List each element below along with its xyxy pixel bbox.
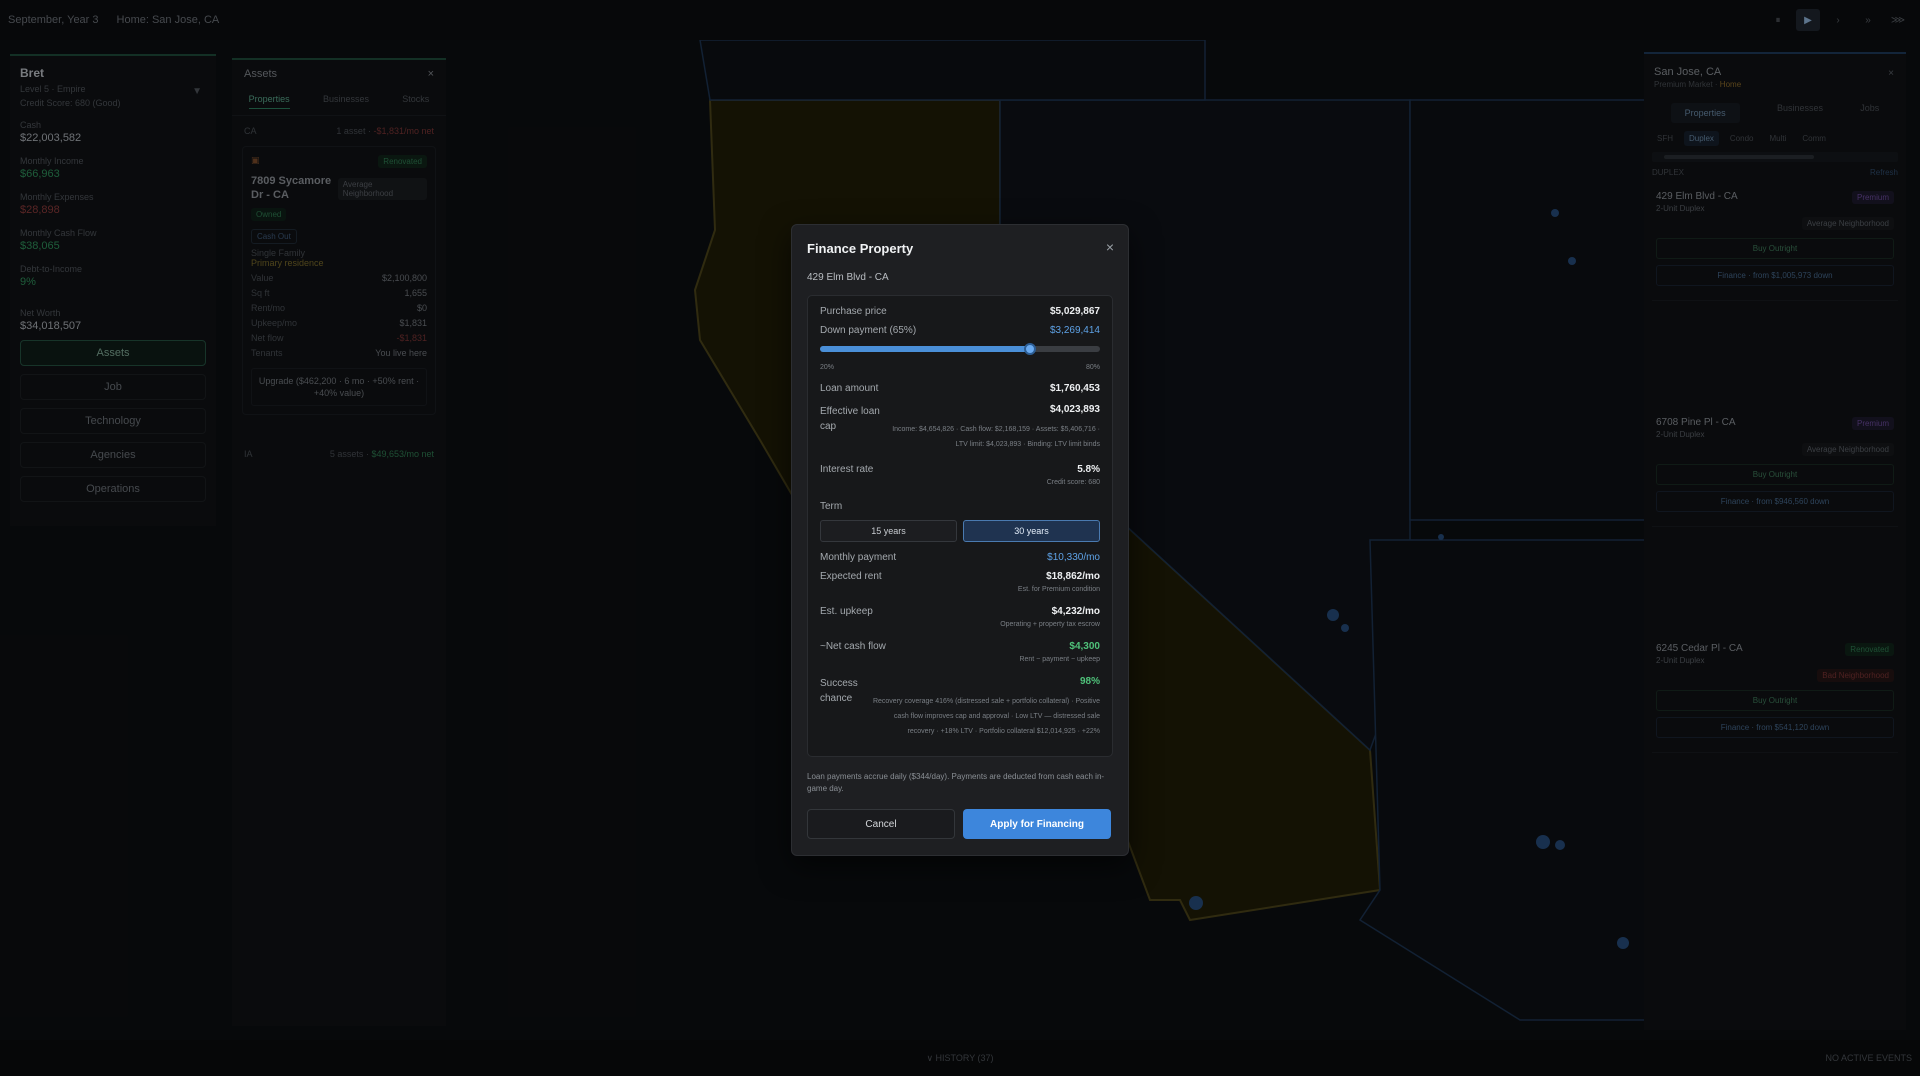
purchase-value: $5,029,867: [1049, 306, 1100, 317]
finance-details: Purchase price $5,029,867 Down payment (…: [807, 295, 1113, 757]
credit-score-note: Credit score: 680: [1046, 479, 1100, 486]
interest-rate-value: 5.8%: [1077, 464, 1100, 475]
term-15-button[interactable]: 15 years: [820, 520, 957, 542]
net-cashflow-note: Rent − payment − upkeep: [1019, 656, 1100, 663]
loan-cap-label: Effective loan cap: [820, 406, 880, 432]
app-root: September, Year 3 Home: San Jose, CA ⏸ ▶…: [0, 0, 1920, 1076]
down-payment-label: Down payment (65%): [820, 325, 917, 336]
interest-rate-label: Interest rate: [820, 464, 874, 475]
down-payment-slider[interactable]: [820, 343, 1100, 355]
net-cashflow-label: ~Net cash flow: [820, 641, 886, 652]
rent-note: Est. for Premium condition: [1017, 586, 1100, 593]
success-chance-label: Success chance: [820, 678, 858, 704]
finance-modal: Finance Property × 429 Elm Blvd - CA Pur…: [791, 224, 1129, 856]
payment-note: Loan payments accrue daily ($344/day). P…: [807, 772, 1105, 793]
apply-financing-button[interactable]: Apply for Financing: [963, 809, 1111, 839]
slider-max-label: 80%: [1085, 364, 1100, 371]
monthly-payment-value: $10,330/mo: [1047, 552, 1100, 563]
monthly-payment-label: Monthly payment: [820, 552, 897, 563]
property-address: 429 Elm Blvd - CA: [807, 272, 889, 283]
purchase-label: Purchase price: [820, 306, 887, 317]
term-label: Term: [820, 501, 843, 512]
slider-min-label: 20%: [820, 364, 835, 371]
net-cashflow-value: $4,300: [1069, 641, 1100, 652]
expected-rent-label: Expected rent: [820, 571, 882, 582]
cancel-button[interactable]: Cancel: [807, 809, 955, 839]
upkeep-note: Operating + property tax escrow: [1000, 621, 1100, 628]
close-icon[interactable]: ×: [1106, 239, 1114, 255]
upkeep-value: $4,232/mo: [1051, 606, 1100, 617]
term-30-button[interactable]: 30 years: [963, 520, 1100, 542]
upkeep-label: Est. upkeep: [820, 606, 873, 617]
expected-rent-value: $18,862/mo: [1046, 571, 1100, 582]
slider-handle[interactable]: [1024, 343, 1036, 355]
loan-amount-label: Loan amount: [820, 383, 879, 394]
down-payment-value: $3,269,414: [1049, 325, 1100, 336]
modal-title: Finance Property: [807, 241, 914, 256]
loan-amount-value: $1,760,453: [1049, 383, 1100, 394]
